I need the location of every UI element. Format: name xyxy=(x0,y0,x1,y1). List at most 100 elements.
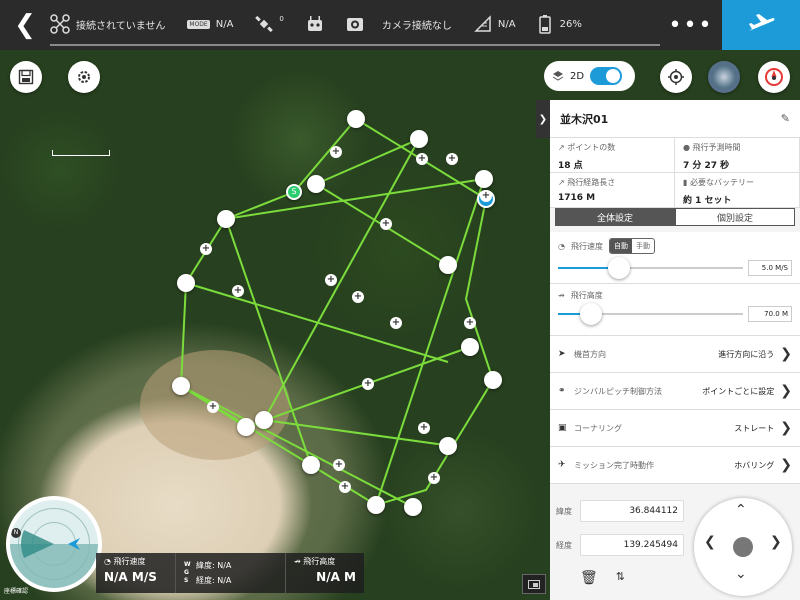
battery-text: 26% xyxy=(559,18,582,30)
waypoint[interactable] xyxy=(302,456,320,474)
latitude-label: 緯度 xyxy=(556,506,572,516)
longitude-field[interactable]: 139.245494 xyxy=(580,534,684,556)
flight-mode-status: MODE N/A xyxy=(187,19,233,30)
right-arrow-button[interactable]: ❯ xyxy=(770,534,782,550)
add-waypoint-icon[interactable]: + xyxy=(390,317,402,329)
start-waypoint[interactable]: S xyxy=(286,184,302,200)
tab-global-settings[interactable]: 全体設定 xyxy=(555,208,675,226)
row-cornering[interactable]: ▣ コーナリング ストレート ❯ xyxy=(550,410,800,447)
add-waypoint-icon[interactable]: + xyxy=(362,378,374,390)
mission-stats: ↗ ポイントの数 18 点 ● 飛行予測時間 7 分 27 秒 ↗ 飛行経路長さ 17… xyxy=(550,138,800,309)
speed-auto-option[interactable]: 自動 xyxy=(609,239,632,253)
waypoint[interactable] xyxy=(484,371,502,389)
row-label: コーナリング xyxy=(574,423,622,433)
top-status-bar: ❮ 接続されていません MODE N/A 0 カメラ接続なし N/A 26% •… xyxy=(0,0,800,50)
speed-manual-option[interactable]: 手動 xyxy=(632,239,654,253)
finish-action-icon: ✈ xyxy=(558,460,566,470)
waypoint[interactable] xyxy=(255,411,273,429)
waypoint[interactable] xyxy=(439,256,457,274)
trash-icon[interactable]: 🗑 xyxy=(580,570,598,586)
speed-slider[interactable] xyxy=(558,257,743,279)
more-dots-icon: ••• xyxy=(668,12,714,38)
add-waypoint-icon[interactable]: + xyxy=(207,401,219,413)
waypoint[interactable] xyxy=(177,274,195,292)
altitude-slider-knob[interactable] xyxy=(580,303,603,325)
down-arrow-button[interactable]: ⌄ xyxy=(735,566,747,582)
save-button[interactable] xyxy=(10,61,42,93)
speed-slider-knob[interactable] xyxy=(608,257,631,279)
coordinate-label: 座標確認 xyxy=(4,588,29,595)
row-gimbal-pitch[interactable]: ⚭ ジンバルピッチ制御方法 ポイントごとに設定 ❯ xyxy=(550,373,800,410)
row-label: ミッション完了時動作 xyxy=(574,460,654,470)
add-waypoint-icon[interactable]: + xyxy=(330,146,342,158)
add-waypoint-icon[interactable]: + xyxy=(333,459,345,471)
mission-settings-button[interactable] xyxy=(68,61,100,93)
row-finish-action[interactable]: ✈ ミッション完了時動作 ホバリング ❯ xyxy=(550,447,800,484)
altitude-value: 70.0 M xyxy=(748,306,792,322)
more-menu-button[interactable]: ••• xyxy=(660,0,722,50)
map-view-toggle[interactable]: 2D xyxy=(544,61,635,91)
center-knob[interactable] xyxy=(733,537,753,557)
edit-pencil-icon[interactable]: ✎ xyxy=(781,112,790,125)
locate-button[interactable] xyxy=(660,61,692,93)
waypoint[interactable] xyxy=(475,170,493,188)
north-marker: N xyxy=(11,528,21,538)
add-waypoint-icon[interactable]: + xyxy=(418,422,430,434)
waypoint[interactable] xyxy=(172,377,190,395)
add-waypoint-icon[interactable]: + xyxy=(380,218,392,230)
compass-button[interactable] xyxy=(758,61,790,93)
chevron-right-icon: ❯ xyxy=(780,346,792,362)
panel-collapse-button[interactable]: ❯ xyxy=(536,100,550,138)
tab-individual-settings[interactable]: 個別設定 xyxy=(675,208,795,226)
up-arrow-button[interactable]: ⌃ xyxy=(735,502,747,518)
add-waypoint-icon[interactable]: + xyxy=(200,243,212,255)
add-waypoint-icon[interactable]: + xyxy=(464,317,476,329)
mode-icon: MODE xyxy=(187,19,210,29)
left-arrow-button[interactable]: ❮ xyxy=(704,534,716,550)
back-button[interactable]: ❮ xyxy=(0,0,50,50)
lat-readout: 緯度: N/A xyxy=(196,561,232,570)
lon-readout: 経度: N/A xyxy=(196,576,232,585)
add-waypoint-icon[interactable]: + xyxy=(446,153,458,165)
waypoint[interactable] xyxy=(461,338,479,356)
map-thumbnail-button[interactable] xyxy=(708,61,740,93)
add-waypoint-icon[interactable]: + xyxy=(339,481,351,493)
altitude-icon: ↛ xyxy=(558,291,565,300)
add-waypoint-icon[interactable]: + xyxy=(232,285,244,297)
reverse-order-icon[interactable]: ⇅ xyxy=(616,570,625,586)
add-waypoint-icon[interactable]: + xyxy=(416,153,428,165)
waypoint[interactable] xyxy=(217,210,235,228)
altitude-slider[interactable] xyxy=(558,303,743,325)
add-waypoint-icon[interactable]: + xyxy=(480,190,492,202)
stat-battery: ▮ 必要なバッテリー約 1 セット ● ○ xyxy=(675,173,800,309)
telemetry-altitude: ↛ 飛行高度 N/A M xyxy=(286,553,364,593)
add-waypoint-icon[interactable]: + xyxy=(428,472,440,484)
camera-status: カメラ接続なし xyxy=(346,15,452,33)
speed-mode-toggle[interactable]: 自動 手動 xyxy=(608,238,655,254)
save-icon xyxy=(18,69,34,85)
signal-icon xyxy=(474,15,491,32)
waypoint[interactable] xyxy=(439,437,457,455)
waypoint[interactable] xyxy=(307,175,325,193)
waypoint[interactable] xyxy=(367,496,385,514)
add-waypoint-icon[interactable]: + xyxy=(352,291,364,303)
row-value: 進行方向に沿う xyxy=(718,349,775,359)
view-switch[interactable] xyxy=(590,67,623,85)
waypoint[interactable] xyxy=(410,130,428,148)
row-heading[interactable]: ➤ 機首方向 進行方向に沿う ❯ xyxy=(550,336,800,373)
waypoint[interactable] xyxy=(237,418,255,436)
waypoint[interactable] xyxy=(404,498,422,516)
add-waypoint-icon[interactable]: + xyxy=(325,274,337,286)
camera-view-button[interactable] xyxy=(522,574,546,594)
waypoint[interactable] xyxy=(347,110,365,128)
speed-label: 飛行速度 xyxy=(113,557,146,566)
drone-icon xyxy=(50,14,70,34)
signal-value: N/A xyxy=(497,18,516,30)
chevron-right-icon: ❯ xyxy=(780,383,792,399)
heading-arrow-icon: ➤ xyxy=(558,349,566,359)
takeoff-button[interactable] xyxy=(722,0,800,50)
altitude-label: 飛行高度 xyxy=(570,291,603,300)
signal-status: N/A xyxy=(474,15,516,33)
latitude-field[interactable]: 36.844112 xyxy=(580,500,684,522)
telemetry-bar: ◔ 飛行速度 N/A M/S W G S 緯度: N/A 経度: N/A ↛ 飛行… xyxy=(96,553,364,593)
